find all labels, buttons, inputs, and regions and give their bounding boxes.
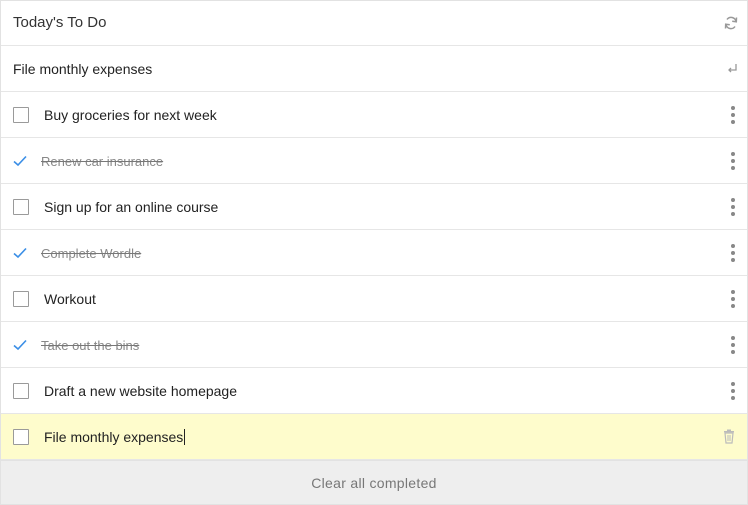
checkmark-icon[interactable] [12,245,28,261]
todo-checkbox[interactable] [13,383,29,399]
todo-label[interactable]: Sign up for an online course [44,199,218,215]
todo-checkbox[interactable] [13,291,29,307]
list-item[interactable]: File monthly expenses [1,414,747,460]
more-options-icon[interactable] [731,152,735,170]
footer: Clear all completed [1,460,747,504]
todo-card: Today's To Do Buy groceries for next wee… [0,0,748,505]
todo-label[interactable]: Complete Wordle [41,246,141,261]
todo-checkbox[interactable] [13,107,29,123]
refresh-icon[interactable] [723,15,739,31]
clear-completed-button[interactable]: Clear all completed [1,461,747,505]
checkmark-icon[interactable] [12,337,28,353]
more-options-icon[interactable] [731,382,735,400]
todo-label[interactable]: Workout [44,291,96,307]
todo-label[interactable]: Buy groceries for next week [44,107,217,123]
header: Today's To Do [1,1,747,46]
enter-icon[interactable] [726,62,738,74]
checkmark-icon[interactable] [12,153,28,169]
todo-list: Buy groceries for next week Renew car ins… [1,92,747,460]
list-item[interactable]: Complete Wordle [1,230,747,276]
list-item[interactable]: Buy groceries for next week [1,92,747,138]
more-options-icon[interactable] [731,336,735,354]
todo-checkbox[interactable] [13,199,29,215]
list-item[interactable]: Draft a new website homepage [1,368,747,414]
more-options-icon[interactable] [731,244,735,262]
more-options-icon[interactable] [731,198,735,216]
new-todo-input[interactable] [1,46,721,91]
more-options-icon[interactable] [731,106,735,124]
text-caret [184,429,186,445]
list-item[interactable]: Take out the bins [1,322,747,368]
trash-icon[interactable] [723,429,735,444]
new-todo-row [1,46,747,92]
more-options-icon[interactable] [731,290,735,308]
list-item[interactable]: Workout [1,276,747,322]
todo-label[interactable]: Renew car insurance [41,154,163,169]
todo-checkbox[interactable] [13,429,29,445]
page-title: Today's To Do [13,14,107,31]
todo-label[interactable]: File monthly expenses [44,429,186,445]
list-item[interactable]: Renew car insurance [1,138,747,184]
todo-label[interactable]: Draft a new website homepage [44,383,237,399]
todo-label[interactable]: Take out the bins [41,338,139,353]
list-item[interactable]: Sign up for an online course [1,184,747,230]
